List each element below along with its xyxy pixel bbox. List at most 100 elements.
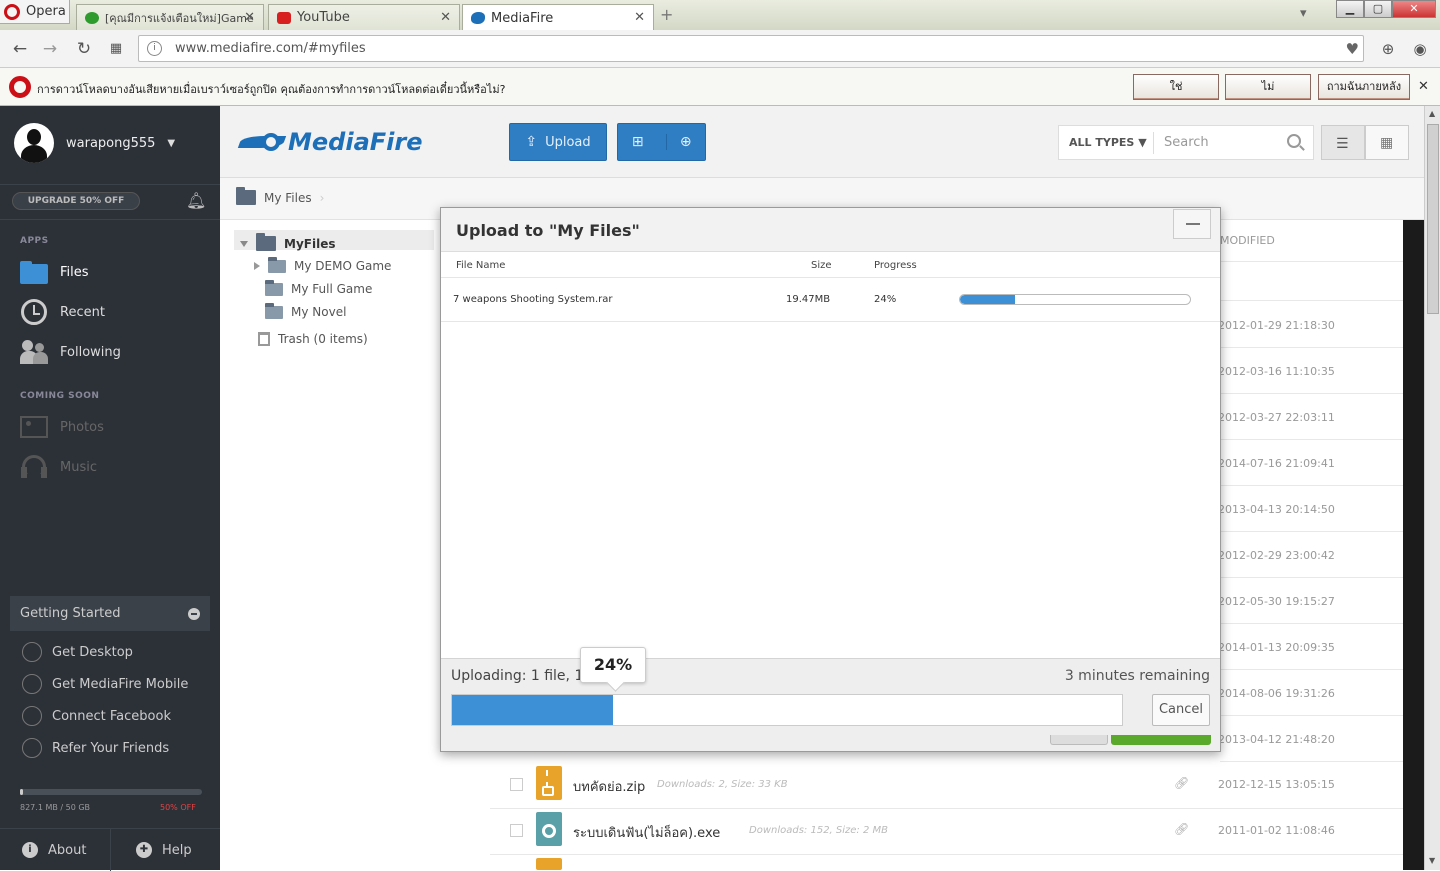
getting-started-label: Refer Your Friends bbox=[52, 740, 170, 756]
speed-dial-grid-icon[interactable]: ▦ bbox=[106, 39, 126, 59]
about-label: About bbox=[48, 842, 87, 858]
upload-button[interactable]: ⇪ Upload bbox=[509, 123, 607, 161]
close-tab-icon[interactable]: ✕ bbox=[634, 10, 645, 25]
resume-later-button[interactable]: ถามฉันภายหลัง bbox=[1318, 74, 1410, 100]
info-icon: i bbox=[22, 842, 38, 858]
link-icon[interactable]: 🔗︎ bbox=[1174, 822, 1189, 836]
scrollbar-thumb[interactable] bbox=[1427, 124, 1439, 314]
scroll-up-arrow-icon[interactable]: ▲ bbox=[1429, 109, 1435, 118]
getting-started-item[interactable]: Refer Your Friends bbox=[22, 738, 169, 758]
site-info-icon[interactable]: i bbox=[147, 41, 162, 56]
type-filter-search: ALL TYPES ▼ Search bbox=[1058, 125, 1314, 160]
link-icon[interactable]: 🔗︎ bbox=[1174, 776, 1189, 790]
grid-view-button[interactable]: ▦ bbox=[1365, 125, 1409, 160]
sidebar-item-files[interactable]: Files bbox=[20, 260, 89, 284]
progress-fill bbox=[452, 695, 613, 725]
tree-root-label: MyFiles bbox=[284, 236, 336, 251]
mediafire-logo[interactable]: MediaFire bbox=[237, 128, 423, 156]
row-checkbox[interactable] bbox=[510, 778, 523, 791]
chevron-down-icon[interactable]: ▼ bbox=[167, 138, 175, 149]
getting-started-label: Get Desktop bbox=[52, 644, 133, 660]
close-bar-icon[interactable]: ✕ bbox=[1418, 79, 1429, 94]
tab-game[interactable]: [คุณมีการแจ้งเตือนใหม่]Game ✕ bbox=[76, 4, 264, 30]
sidebar-item-following[interactable]: Following bbox=[20, 340, 121, 364]
address-url[interactable]: www.mediafire.com/#myfiles bbox=[175, 41, 366, 56]
chevron-down-icon: ▼ bbox=[1138, 136, 1147, 149]
minimize-dialog-button[interactable] bbox=[1173, 209, 1211, 239]
column-file-name: File Name bbox=[456, 260, 506, 271]
file-meta: Downloads: 2, Size: 33 KB bbox=[657, 779, 788, 790]
tab-mediafire[interactable]: MediaFire ✕ bbox=[462, 4, 654, 31]
getting-started-label: Get MediaFire Mobile bbox=[52, 676, 189, 692]
new-folder-icon[interactable]: ⊞ bbox=[618, 134, 658, 150]
download-icon[interactable]: ⊕ bbox=[1378, 39, 1398, 59]
tree-folder[interactable]: My Novel bbox=[265, 302, 346, 319]
page-scrollbar[interactable]: ▲ ▼ bbox=[1424, 106, 1440, 870]
heart-bookmark-icon[interactable]: ♥ bbox=[1346, 40, 1359, 58]
tree-folder[interactable]: My DEMO Game bbox=[254, 256, 391, 273]
types-label: ALL TYPES bbox=[1069, 136, 1135, 149]
help-link[interactable]: ✚ Help bbox=[136, 842, 192, 858]
resume-no-button[interactable]: ไม่ bbox=[1225, 74, 1311, 100]
tree-folder[interactable]: My Full Game bbox=[265, 279, 372, 296]
circle-check-icon bbox=[22, 738, 42, 758]
file-date: 2011-01-02 11:08:46 bbox=[1218, 824, 1335, 837]
sidebar-item-recent[interactable]: Recent bbox=[20, 299, 105, 325]
folder-icon bbox=[268, 256, 286, 273]
tab-youtube[interactable]: YouTube ✕ bbox=[268, 4, 460, 30]
tree-root[interactable]: MyFiles bbox=[240, 233, 336, 251]
search-input[interactable]: Search bbox=[1164, 135, 1209, 150]
upgrade-button[interactable]: UPGRADE 50% OFF bbox=[12, 192, 140, 210]
getting-started-item[interactable]: Get Desktop bbox=[22, 642, 133, 662]
file-name[interactable]: บทคัดย่อ.zip bbox=[573, 776, 645, 797]
getting-started-panel[interactable]: Getting Started bbox=[10, 596, 210, 631]
sidebar-item-label: Photos bbox=[60, 419, 104, 435]
account-icon[interactable]: ◉ bbox=[1410, 39, 1430, 59]
minimize-window-button[interactable]: ▁ bbox=[1336, 0, 1364, 18]
row-checkbox[interactable] bbox=[510, 824, 523, 837]
types-dropdown[interactable]: ALL TYPES ▼ bbox=[1069, 136, 1147, 149]
new-tab-button[interactable]: + bbox=[660, 5, 673, 24]
apps-section-label: APPS bbox=[20, 236, 49, 246]
resume-yes-button[interactable]: ใช่ bbox=[1133, 74, 1219, 100]
file-meta: Downloads: 152, Size: 2 MB bbox=[749, 825, 889, 836]
close-tab-icon[interactable]: ✕ bbox=[244, 10, 255, 25]
table-row[interactable]: ระบบเดินฟัน(ไม่ล็อค).exe Downloads: 152,… bbox=[490, 808, 1424, 854]
getting-started-item[interactable]: Get MediaFire Mobile bbox=[22, 674, 188, 694]
forward-arrow-icon[interactable]: → bbox=[40, 39, 60, 59]
storage-offer[interactable]: 50% OFF bbox=[160, 803, 196, 812]
opera-label: Opera bbox=[26, 4, 66, 19]
collapse-minus-icon[interactable] bbox=[188, 608, 200, 620]
search-icon[interactable] bbox=[1287, 134, 1301, 148]
mediafire-favicon-icon bbox=[471, 12, 485, 24]
collapsed-triangle-icon[interactable] bbox=[254, 262, 260, 270]
getting-started-item[interactable]: Connect Facebook bbox=[22, 706, 171, 726]
row-divider bbox=[1220, 439, 1424, 440]
new-file-icon[interactable]: ⊕ bbox=[665, 134, 706, 150]
tab-list-icon[interactable]: ▾ bbox=[1300, 6, 1307, 21]
avatar[interactable] bbox=[14, 123, 54, 163]
breadcrumb-item[interactable]: My Files bbox=[264, 191, 312, 205]
table-row[interactable]: บทคัดย่อ.zip Downloads: 2, Size: 33 KB 🔗… bbox=[490, 762, 1424, 808]
modified-column-header[interactable]: MODIFIED bbox=[1220, 234, 1275, 247]
tree-trash[interactable]: Trash (0 items) bbox=[258, 332, 368, 346]
address-bar[interactable]: i www.mediafire.com/#myfiles ♥ bbox=[138, 35, 1364, 62]
close-tab-icon[interactable]: ✕ bbox=[440, 10, 451, 25]
about-link[interactable]: i About bbox=[22, 842, 86, 858]
folder-icon bbox=[265, 302, 283, 319]
row-divider bbox=[1220, 300, 1424, 301]
getting-started-title: Getting Started bbox=[20, 606, 121, 621]
expand-triangle-icon[interactable] bbox=[240, 240, 248, 247]
file-name[interactable]: ระบบเดินฟัน(ไม่ล็อค).exe bbox=[573, 822, 720, 843]
bell-notification-icon[interactable]: 🔔︎ bbox=[186, 191, 206, 210]
username[interactable]: warapong555 bbox=[66, 136, 155, 151]
list-view-button[interactable]: ☰ bbox=[1321, 125, 1365, 160]
back-arrow-icon[interactable]: ← bbox=[10, 39, 30, 59]
scroll-down-arrow-icon[interactable]: ▼ bbox=[1429, 856, 1435, 865]
maximize-window-button[interactable]: ▢ bbox=[1364, 0, 1392, 18]
close-window-button[interactable]: ✕ bbox=[1392, 0, 1436, 18]
opera-menu-button[interactable]: Opera bbox=[0, 0, 70, 24]
cancel-upload-button[interactable]: Cancel bbox=[1152, 694, 1210, 726]
user-menu[interactable]: warapong555 ▼ bbox=[14, 123, 175, 163]
reload-icon[interactable]: ↻ bbox=[74, 39, 94, 59]
